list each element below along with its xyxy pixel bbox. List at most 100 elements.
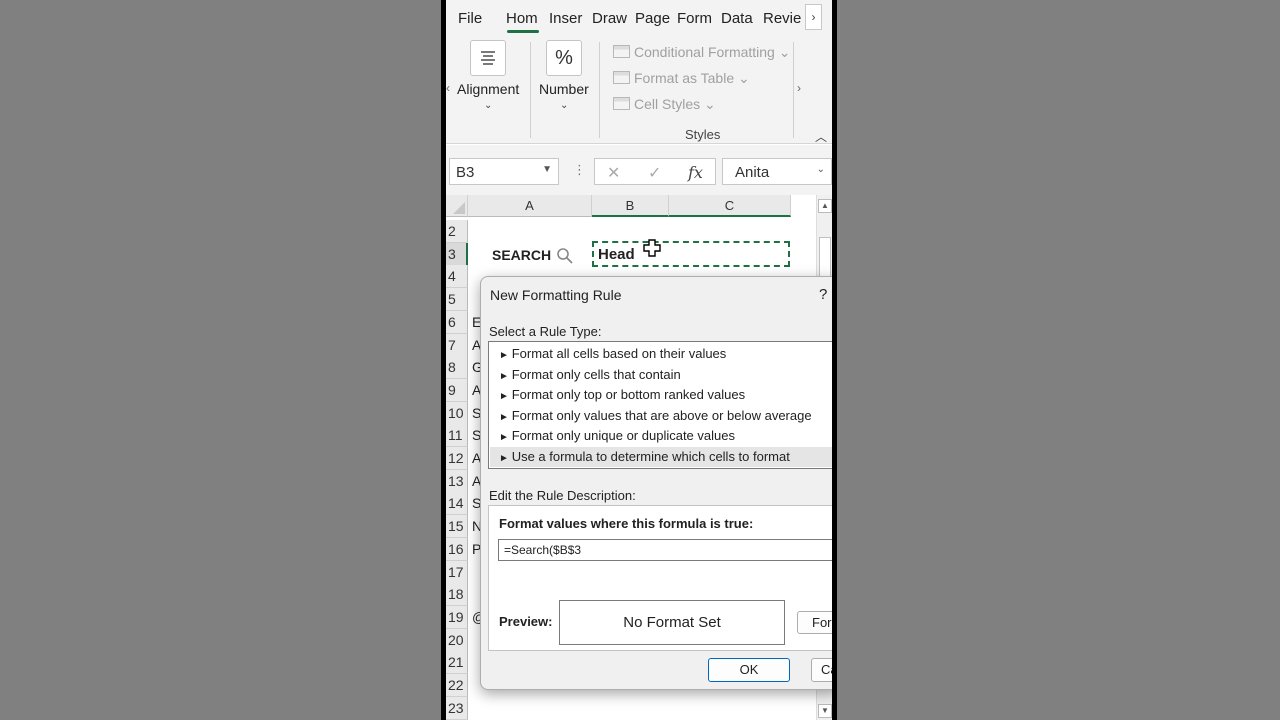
rule-type-item[interactable]: ► Format only unique or duplicate values	[490, 426, 832, 446]
cancel-button[interactable]: Cancel	[811, 658, 832, 682]
cancel-icon[interactable]: ✕	[607, 163, 620, 183]
rule-type-label: Use a formula to determine which cells t…	[511, 448, 790, 464]
format-as-table-label: Format as Table	[634, 70, 735, 86]
row-header[interactable]: 4	[446, 265, 468, 288]
rule-formula-input[interactable]: =Search($B$3	[498, 539, 832, 561]
ok-button[interactable]: OK	[708, 658, 790, 682]
help-icon[interactable]: ?	[819, 286, 827, 303]
row-header[interactable]: 21	[446, 651, 468, 674]
phone-frame: File Hom Inser Draw Page Form Data Revie…	[441, 0, 837, 720]
ribbon-divider	[599, 42, 600, 138]
rule-arrow-icon: ►	[499, 432, 512, 443]
row-header[interactable]: 5	[446, 288, 468, 311]
rule-arrow-icon: ►	[499, 391, 512, 402]
rule-type-item[interactable]: ► Format only values that are above or b…	[490, 406, 832, 426]
tab-page-layout[interactable]: Page	[635, 10, 670, 27]
rule-type-item[interactable]: ► Format only top or bottom ranked value…	[490, 385, 832, 405]
rule-type-list[interactable]: ► Format all cells based on their values…	[488, 341, 832, 469]
row-header[interactable]: 23	[446, 697, 468, 720]
row-header[interactable]: 14	[446, 492, 468, 515]
conditional-formatting-label: Conditional Formatting	[634, 44, 775, 60]
name-box-value: B3	[456, 164, 475, 181]
cursor-cross-icon	[643, 239, 661, 257]
name-box[interactable]: B3 ▼	[449, 158, 559, 185]
row-header[interactable]: 22	[446, 674, 468, 697]
conditional-formatting-button[interactable]: Conditional Formatting ⌄	[613, 44, 790, 61]
row-header[interactable]: 2	[446, 220, 468, 243]
rule-type-label: Format all cells based on their values	[511, 346, 727, 361]
rule-type-label: Format only cells that contain	[511, 366, 681, 382]
row-header[interactable]: 16	[446, 538, 468, 561]
rule-type-item[interactable]: ► Format all cells based on their values	[490, 344, 832, 364]
column-header-c[interactable]: C	[669, 195, 791, 217]
cell-styles-label: Cell Styles	[634, 96, 701, 112]
row-header[interactable]: 19	[446, 606, 468, 629]
ribbon-scroll-left-icon[interactable]: ‹	[446, 81, 450, 95]
number-format-icon[interactable]: %	[546, 40, 582, 76]
align-lines-icon	[481, 51, 495, 65]
row-header[interactable]: 18	[446, 583, 468, 606]
row-header[interactable]: 10	[446, 402, 468, 425]
styles-group-label: Styles	[685, 127, 721, 142]
row-header[interactable]: 15	[446, 515, 468, 538]
format-button[interactable]: Format...	[797, 611, 832, 634]
ribbon-divider	[793, 42, 794, 138]
scroll-down-icon[interactable]: ▼	[818, 704, 832, 718]
row-header[interactable]: 13	[446, 470, 468, 493]
rule-type-label: Format only values that are above or bel…	[511, 407, 812, 423]
format-as-table-button[interactable]: Format as Table ⌄	[613, 70, 750, 87]
insert-function-icon[interactable]: fx	[688, 163, 703, 182]
number-chevron-down-icon[interactable]: ⌄	[560, 100, 568, 111]
formula-input[interactable]: Anita ⌄	[722, 158, 832, 185]
tab-draw[interactable]: Draw	[592, 10, 627, 27]
collapse-ribbon-icon[interactable]: ︿	[815, 128, 827, 145]
search-icon	[557, 248, 573, 264]
select-all-corner[interactable]	[446, 195, 468, 217]
rule-type-item[interactable]: ► Format only cells that contain	[490, 365, 832, 385]
row-header[interactable]: 7	[446, 334, 468, 357]
cell-styles-button[interactable]: Cell Styles ⌄	[613, 96, 716, 113]
formula-buttons: ✕ ✓ fx	[594, 158, 716, 185]
rule-type-label: Format only top or bottom ranked values	[511, 387, 746, 402]
enter-icon[interactable]: ✓	[648, 163, 661, 183]
scroll-up-icon[interactable]: ▲	[818, 199, 832, 213]
tab-review[interactable]: Revie	[763, 10, 801, 27]
tabs-scroll-right-icon[interactable]: ›	[805, 4, 822, 30]
tab-home[interactable]: Hom	[506, 10, 538, 27]
column-header-b[interactable]: B	[592, 195, 669, 217]
tab-insert[interactable]: Inser	[549, 10, 582, 27]
row-header[interactable]: 20	[446, 629, 468, 652]
alignment-icon[interactable]	[470, 40, 506, 76]
alignment-label[interactable]: Alignment	[457, 81, 519, 97]
tab-formulas[interactable]: Form	[677, 10, 712, 27]
selected-cell-b3[interactable]: Head	[592, 241, 790, 267]
rule-description-panel: Format values where this formula is true…	[488, 505, 832, 651]
rule-arrow-icon: ►	[499, 452, 512, 464]
scroll-thumb[interactable]	[819, 237, 831, 277]
row-header[interactable]: 11	[446, 424, 468, 447]
ribbon-divider	[530, 42, 531, 138]
excel-app: File Hom Inser Draw Page Form Data Revie…	[446, 0, 832, 720]
row-header[interactable]: 17	[446, 561, 468, 584]
column-header-a[interactable]: A	[468, 195, 592, 217]
row-header[interactable]: 9	[446, 379, 468, 402]
rule-type-item[interactable]: ► Use a formula to determine which cells…	[490, 446, 832, 467]
expand-formula-icon[interactable]: ⌄	[817, 164, 825, 175]
ribbon-scroll-right-icon[interactable]: ›	[797, 81, 801, 95]
row-header[interactable]: 6	[446, 311, 468, 334]
chevron-down-icon[interactable]: ▼	[542, 164, 552, 175]
more-options-icon[interactable]: ⋮	[573, 162, 586, 178]
preview-label: Preview:	[499, 614, 553, 629]
row-header[interactable]: 8	[446, 356, 468, 379]
ribbon-tabs: File Hom Inser Draw Page Form Data Revie…	[446, 0, 832, 36]
rule-arrow-icon: ►	[499, 350, 512, 361]
alignment-chevron-down-icon[interactable]: ⌄	[484, 100, 492, 111]
preview-box: No Format Set	[559, 600, 785, 645]
search-label: SEARCH	[492, 247, 552, 263]
row-header[interactable]: 12	[446, 447, 468, 470]
number-label[interactable]: Number	[539, 81, 589, 97]
tab-file[interactable]: File	[458, 10, 482, 27]
row-header[interactable]: 3	[446, 243, 468, 266]
tab-data[interactable]: Data	[721, 10, 753, 27]
new-formatting-rule-dialog: New Formatting Rule ? Select a Rule Type…	[480, 276, 832, 690]
